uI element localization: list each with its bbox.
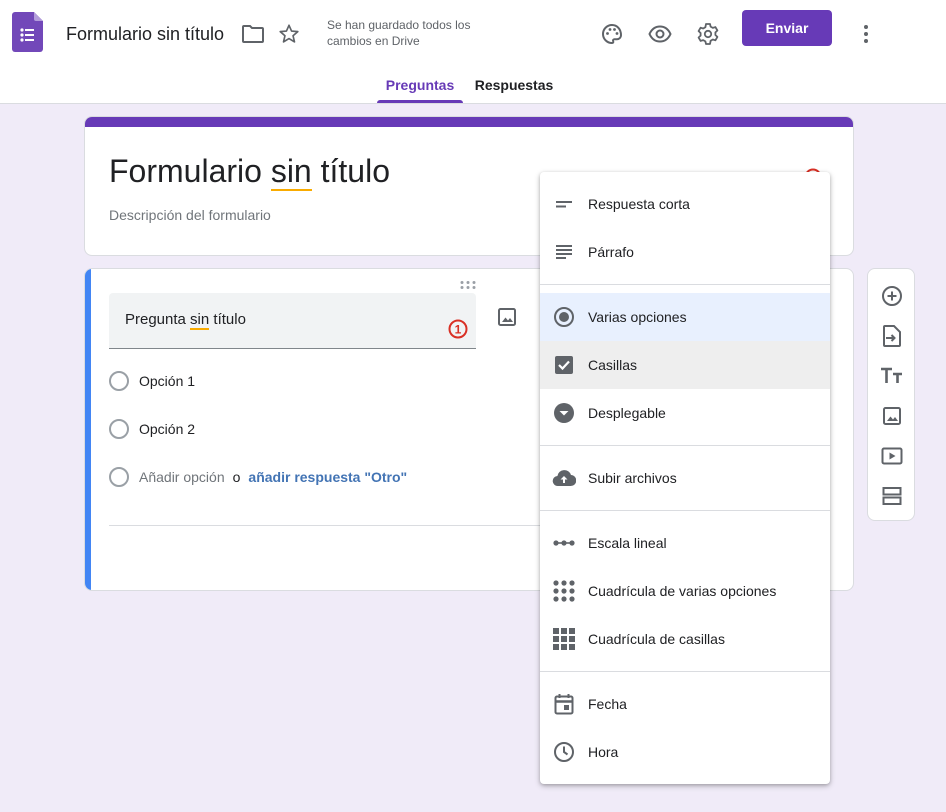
svg-text:1: 1 <box>455 323 462 337</box>
add-image-icon[interactable] <box>880 404 904 428</box>
linear-scale-icon <box>552 531 576 555</box>
tab-questions[interactable]: Preguntas <box>377 68 463 104</box>
option-row[interactable]: Opción 2 <box>109 417 195 441</box>
question-title-input[interactable]: Pregunta sin título 1 <box>109 293 476 349</box>
add-option-input[interactable]: Añadir opción <box>139 469 225 485</box>
star-icon[interactable] <box>277 22 301 46</box>
app-header: Formulario sin título Se han guardado to… <box>0 0 946 104</box>
option-label[interactable]: Opción 1 <box>139 373 195 389</box>
checkbox-icon <box>552 353 576 377</box>
palette-icon[interactable] <box>594 16 630 52</box>
add-image-icon[interactable] <box>495 305 519 329</box>
add-question-icon[interactable] <box>880 284 904 308</box>
dot-grid-icon <box>552 579 576 603</box>
more-options-icon[interactable] <box>848 16 884 52</box>
drag-handle-icon[interactable] <box>459 277 477 289</box>
menu-item-dropdown[interactable]: Desplegable <box>540 389 830 437</box>
checkbox-grid-icon <box>552 627 576 651</box>
menu-divider <box>540 445 830 446</box>
add-other-link[interactable]: añadir respuesta "Otro" <box>248 469 407 485</box>
question-title-text: Pregunta sin título <box>125 311 246 330</box>
title-card-accent-bar <box>85 117 853 127</box>
radio-icon <box>109 419 129 439</box>
form-title[interactable]: Formulario sin título <box>109 151 390 191</box>
add-video-icon[interactable] <box>880 444 904 468</box>
menu-item-linear-scale[interactable]: Escala lineal <box>540 519 830 567</box>
question-type-menu: Respuesta corta Párrafo Varias opciones … <box>540 172 830 784</box>
cloud-upload-icon <box>552 466 576 490</box>
option-row[interactable]: Opción 1 <box>109 369 195 393</box>
spellcheck-word: sin <box>270 153 312 191</box>
add-option-row: Añadir opción o añadir respuesta "Otro" <box>109 465 407 489</box>
or-text: o <box>232 469 241 485</box>
menu-item-time[interactable]: Hora <box>540 728 830 776</box>
import-questions-icon[interactable] <box>880 324 904 348</box>
menu-item-date[interactable]: Fecha <box>540 680 830 728</box>
radio-icon <box>109 371 129 391</box>
active-card-indicator <box>85 269 91 590</box>
settings-gear-icon[interactable] <box>690 16 726 52</box>
add-title-icon[interactable] <box>880 364 904 388</box>
document-title[interactable]: Formulario sin título <box>66 22 224 46</box>
radio-button-icon <box>552 305 576 329</box>
side-toolbar <box>867 268 915 521</box>
dropdown-icon <box>552 401 576 425</box>
add-section-icon[interactable] <box>880 484 904 508</box>
save-status: Se han guardado todos los cambios en Dri… <box>327 18 471 48</box>
menu-divider <box>540 671 830 672</box>
preview-eye-icon[interactable] <box>642 16 678 52</box>
folder-icon[interactable] <box>241 22 265 46</box>
radio-icon <box>109 467 129 487</box>
send-button[interactable]: Enviar <box>742 10 832 46</box>
error-count-badge[interactable]: 1 <box>448 319 468 339</box>
menu-item-short-answer[interactable]: Respuesta corta <box>540 180 830 228</box>
paragraph-icon <box>552 240 576 264</box>
option-label[interactable]: Opción 2 <box>139 421 195 437</box>
menu-item-file-upload[interactable]: Subir archivos <box>540 454 830 502</box>
active-tab-indicator <box>377 100 463 103</box>
spellcheck-word: sin <box>190 311 210 330</box>
menu-item-paragraph[interactable]: Párrafo <box>540 228 830 276</box>
menu-item-checkboxes[interactable]: Casillas <box>540 341 830 389</box>
calendar-icon <box>552 692 576 716</box>
form-description-field[interactable]: Descripción del formulario <box>109 207 271 223</box>
clock-icon <box>552 740 576 764</box>
google-forms-logo-icon[interactable] <box>12 12 43 52</box>
tab-responses[interactable]: Respuestas <box>470 68 558 104</box>
menu-item-checkbox-grid[interactable]: Cuadrícula de casillas <box>540 615 830 663</box>
short-answer-icon <box>552 192 576 216</box>
menu-divider <box>540 510 830 511</box>
card-divider <box>109 525 561 526</box>
menu-item-multiple-choice[interactable]: Varias opciones <box>540 293 830 341</box>
menu-item-multiple-choice-grid[interactable]: Cuadrícula de varias opciones <box>540 567 830 615</box>
menu-divider <box>540 284 830 285</box>
